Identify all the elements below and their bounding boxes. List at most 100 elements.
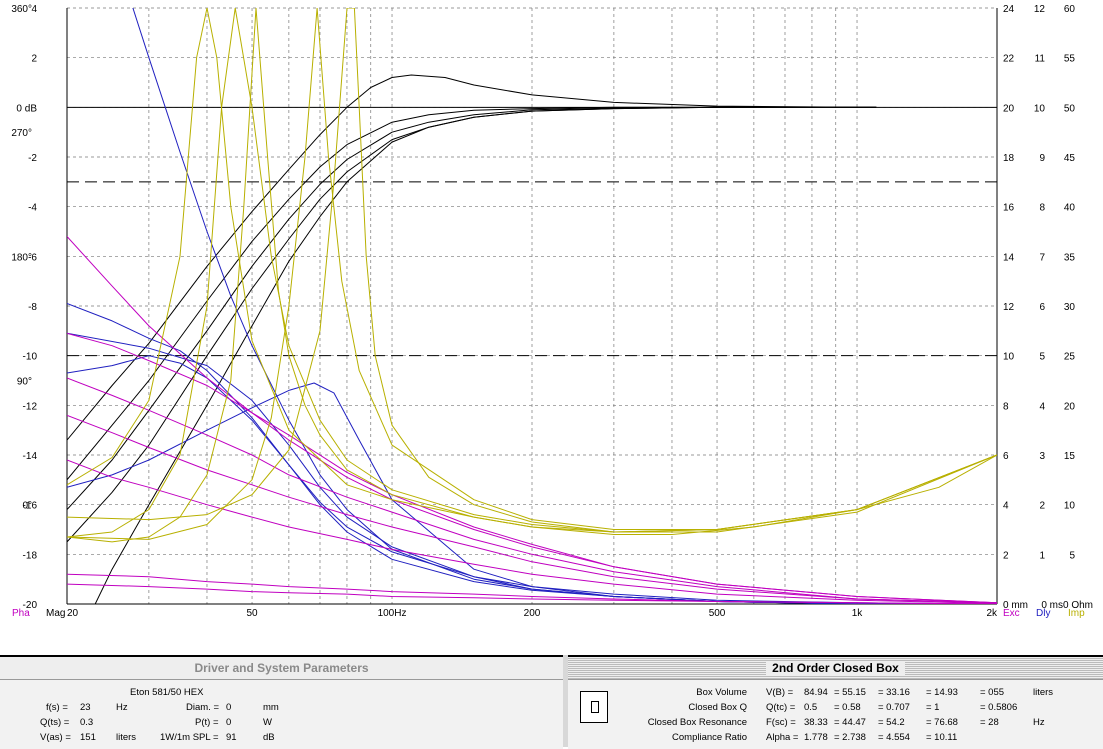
excursion-tick-label: 8 (1003, 401, 1009, 412)
row-value-5[interactable]: = 28 (980, 717, 999, 728)
phase-tick-label: 180° (11, 252, 32, 263)
row-value-1[interactable]: 1.778 (804, 732, 828, 743)
mag-tick-label: 4 (31, 4, 37, 15)
row-value-5[interactable]: = 055 (980, 687, 1004, 698)
impedance-tick-label: 45 (1064, 153, 1076, 164)
excursion-tick-label: 22 (1003, 54, 1015, 65)
row-label: Box Volume (696, 687, 747, 698)
row-symbol: Q(tc) = (766, 702, 796, 713)
row-symbol: V(B) = (766, 687, 794, 698)
closed-box-panel-title: 2nd Order Closed Box (568, 657, 1103, 680)
fs-label: f(s) = (46, 702, 68, 713)
vas-label: V(as) = (40, 732, 71, 743)
mag-tick-label: -14 (23, 451, 38, 462)
closed-box-title-text: 2nd Order Closed Box (766, 661, 905, 675)
closed-box-icon (580, 691, 608, 723)
x-tick-label: 20 (67, 608, 79, 619)
delay-tick-label: 9 (1039, 153, 1045, 164)
phase-tick-label: 90° (17, 377, 32, 388)
delay-curve-9 (132, 8, 997, 604)
row-value-3[interactable]: = 4.554 (878, 732, 910, 743)
x-tick-label: 100Hz (378, 608, 407, 619)
fs-value[interactable]: 23 (80, 702, 91, 713)
delay-tick-label: 4 (1039, 401, 1045, 412)
impedance-tick-label: 5 (1069, 550, 1075, 561)
row-symbol: F(sc) = (766, 717, 796, 728)
driver-name: Eton 581/50 HEX (130, 687, 204, 698)
qts-label: Q(ts) = (40, 717, 70, 728)
row-value-5[interactable]: = 0.5806 (980, 702, 1017, 713)
mag-tick-label: -8 (28, 302, 37, 313)
x-tick-label: 2k (986, 608, 998, 619)
row-value-4[interactable]: = 10.11 (926, 732, 957, 743)
excursion-tick-label: 2 (1003, 550, 1009, 561)
delay-curve-8 (67, 332, 997, 604)
magnitude-curve-2 (67, 106, 877, 481)
imp-axis-code: Imp (1068, 608, 1085, 619)
pha-axis-code: Pha (12, 608, 30, 619)
x-tick-label: 500 (709, 608, 726, 619)
excursion-tick-label: 14 (1003, 252, 1015, 263)
excursion-tick-label: 10 (1003, 352, 1015, 363)
delay-tick-label: 7 (1039, 252, 1045, 263)
excursion-tick-label: 18 (1003, 153, 1015, 164)
mag-tick-label: 2 (31, 54, 37, 65)
response-chart: 420 dB-2-4-6-8-10-12-14-16-18-20360°270°… (11, 4, 1093, 619)
pt-value[interactable]: 0 (226, 717, 231, 728)
delay-tick-label: 6 (1039, 302, 1045, 313)
row-value-3[interactable]: = 54.2 (878, 717, 905, 728)
mag-tick-label: -4 (28, 203, 37, 214)
pt-unit: W (263, 717, 272, 728)
impedance-tick-label: 25 (1064, 352, 1076, 363)
row-value-1[interactable]: 0.5 (804, 702, 817, 713)
excursion-tick-label: 20 (1003, 103, 1015, 114)
row-label: Closed Box Q (688, 702, 747, 713)
row-value-2[interactable]: = 55.15 (834, 687, 866, 698)
impedance-tick-label: 30 (1064, 302, 1076, 313)
row-value-2[interactable]: = 2.738 (834, 732, 866, 743)
delay-tick-label: 8 (1039, 203, 1045, 214)
x-tick-label: 50 (246, 608, 258, 619)
diam-unit: mm (263, 702, 279, 713)
impedance-tick-label: 50 (1064, 103, 1076, 114)
row-value-4[interactable]: = 1 (926, 702, 939, 713)
impedance-tick-label: 10 (1064, 501, 1076, 512)
diam-label: Diam. = (186, 702, 219, 713)
mag-tick-label: -2 (28, 153, 37, 164)
spl-label: 1W/1m SPL = (160, 732, 219, 743)
qts-value[interactable]: 0.3 (80, 717, 93, 728)
row-value-2[interactable]: = 44.47 (834, 717, 866, 728)
dly-axis-code: Dly (1036, 608, 1050, 619)
magnitude-curve-1 (67, 106, 877, 510)
row-label: Compliance Ratio (672, 732, 747, 743)
vas-unit: liters (116, 732, 137, 743)
spl-value[interactable]: 91 (226, 732, 237, 743)
closed-box-panel: 2nd Order Closed Box Box Volume V(B) = 8… (568, 655, 1103, 749)
diam-value[interactable]: 0 (226, 702, 231, 713)
vas-value[interactable]: 151 (80, 732, 96, 743)
row-value-1[interactable]: 84.94 (804, 687, 828, 698)
mag-tick-label: 0 dB (16, 103, 37, 114)
mag-tick-label: -10 (23, 352, 38, 363)
row-value-4[interactable]: = 76.68 (926, 717, 958, 728)
speaker-icon (591, 701, 599, 713)
row-value-1[interactable]: 38.33 (804, 717, 828, 728)
phase-tick-label: 0° (22, 501, 32, 512)
impedance-tick-label: 20 (1064, 401, 1076, 412)
phase-tick-label: 360° (11, 4, 32, 15)
impedance-tick-label: 55 (1064, 54, 1076, 65)
row-unit: Hz (1033, 717, 1045, 728)
delay-tick-label: 1 (1039, 550, 1045, 561)
magnitude-curve-0 (67, 106, 877, 543)
fs-unit: Hz (116, 702, 128, 713)
impedance-tick-label: 60 (1064, 4, 1076, 15)
row-value-3[interactable]: = 0.707 (878, 702, 910, 713)
delay-tick-label: 5 (1039, 352, 1045, 363)
row-unit: liters (1033, 687, 1054, 698)
mag-axis-code: Mag (46, 608, 65, 619)
row-value-4[interactable]: = 14.93 (926, 687, 958, 698)
row-symbol: Alpha = (766, 732, 799, 743)
delay-tick-label: 3 (1039, 451, 1045, 462)
row-value-2[interactable]: = 0.58 (834, 702, 861, 713)
row-value-3[interactable]: = 33.16 (878, 687, 910, 698)
